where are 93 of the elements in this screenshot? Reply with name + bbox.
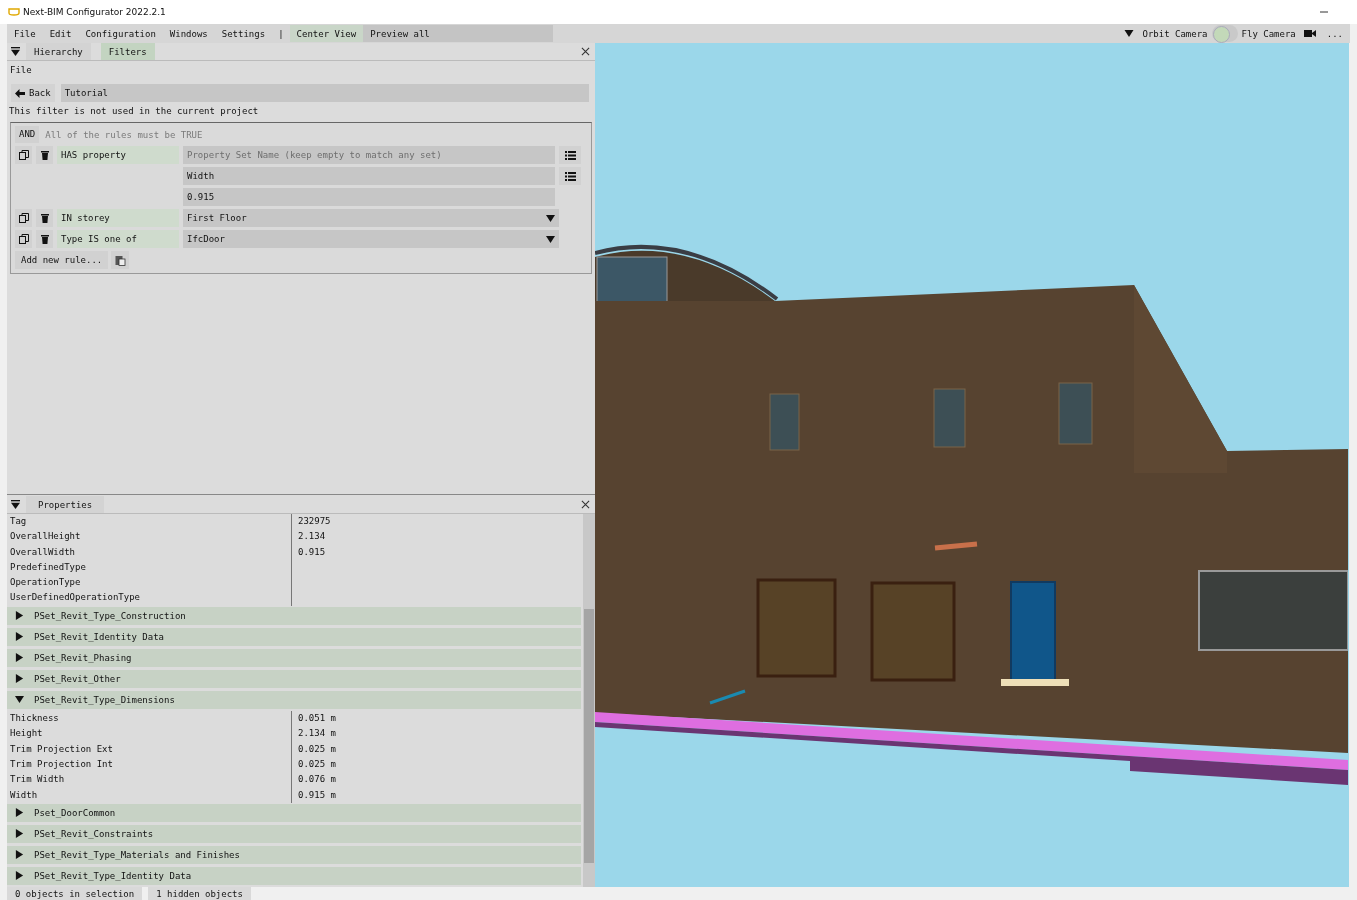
caret-icon: [546, 234, 555, 244]
property-value: 2.134: [297, 530, 326, 544]
caret-icon: [546, 213, 555, 223]
center-view-button[interactable]: Center View: [289, 25, 364, 42]
panel-tab[interactable]: Hierarchy: [26, 43, 91, 60]
copy-button[interactable]: [15, 209, 32, 227]
more-button[interactable]: ...: [1319, 24, 1350, 43]
menu-item[interactable]: Windows: [162, 24, 215, 43]
input-field[interactable]: Width: [183, 167, 555, 185]
back-button[interactable]: Back: [11, 84, 55, 102]
property-value: 0.915 m: [297, 788, 336, 802]
property-group[interactable]: PSet_Revit_Type_Construction: [7, 606, 581, 625]
property-name: OperationType: [7, 575, 292, 591]
copy-button[interactable]: [15, 230, 32, 248]
dropdown[interactable]: First Floor: [183, 209, 559, 227]
delete-button[interactable]: [36, 230, 53, 248]
orbit-camera-label: Orbit Camera: [1141, 28, 1209, 39]
property-value: 0.051 m: [297, 712, 336, 725]
trash-icon: [39, 234, 50, 244]
property-group[interactable]: PSet_Revit_Constraints: [7, 824, 581, 843]
property-value: 232975: [297, 515, 331, 528]
add-rule-button[interactable]: Add new rule...: [15, 251, 109, 269]
file-label: File: [9, 64, 33, 77]
panel-tab[interactable]: Filters: [100, 43, 155, 60]
close-icon[interactable]: [581, 500, 590, 509]
camera-toggle[interactable]: [1211, 25, 1238, 42]
video-camera-icon[interactable]: [1303, 29, 1316, 38]
property-name: Trim Projection Ext: [7, 741, 292, 757]
property-group[interactable]: PSet_Revit_Type_Identity Data: [7, 866, 581, 885]
property-name: Width: [7, 787, 292, 803]
property-group[interactable]: PSet_Revit_Type_Materials and Finishes: [7, 845, 581, 864]
property-name: Thickness: [7, 711, 292, 727]
collapse-icon[interactable]: [11, 47, 20, 56]
property-value: 0.025 m: [297, 757, 336, 771]
property-name: Trim Projection Int: [7, 756, 292, 773]
property-name: Tag: [7, 514, 292, 530]
property-group[interactable]: PSet_Revit_Other: [7, 669, 581, 688]
copy-button[interactable]: [15, 146, 32, 164]
app-logo-icon: [8, 8, 20, 16]
input-field[interactable]: Property Set Name (keep empty to match any set): [183, 146, 555, 164]
status-text: 0 objects in selection: [7, 887, 143, 900]
trash-icon: [39, 150, 50, 160]
status-text: 1 hidden objects: [148, 887, 251, 900]
scrollbar-thumb[interactable]: [584, 609, 594, 863]
operator-label[interactable]: AND: [15, 126, 40, 143]
property-name: PredefinedType: [7, 559, 292, 576]
preview-all-button[interactable]: Preview all: [363, 25, 554, 42]
property-name: Height: [7, 726, 292, 742]
list-icon: [564, 150, 576, 160]
property-group[interactable]: PSet_Revit_Identity Data: [7, 627, 581, 646]
menu-separator: |: [277, 28, 285, 39]
property-name: OverallWidth: [7, 544, 292, 560]
property-value: 2.134 m: [297, 727, 336, 741]
list-button[interactable]: [559, 146, 581, 164]
copy-icon: [18, 150, 29, 160]
rule-type-button[interactable]: Type IS one of: [57, 230, 179, 248]
property-value: 0.915: [297, 545, 326, 559]
menu-item[interactable]: File: [7, 24, 43, 43]
filter-name-field[interactable]: Tutorial: [60, 84, 589, 102]
copy-icon: [18, 213, 29, 223]
trash-icon: [39, 213, 50, 223]
list-icon: [564, 171, 576, 181]
rule-type-button[interactable]: IN storey: [57, 209, 179, 227]
rule-type-button[interactable]: HAS property: [57, 146, 179, 164]
close-icon[interactable]: [581, 47, 590, 56]
delete-button[interactable]: [36, 146, 53, 164]
property-name: UserDefinedOperationType: [7, 590, 292, 606]
property-group[interactable]: Pset_DoorCommon: [7, 803, 581, 822]
scrollbar[interactable]: [583, 514, 595, 887]
back-arrow-icon: [15, 88, 25, 98]
filter-notice: This filter is not used in the current project: [8, 105, 260, 118]
clipboard-icon: [114, 254, 126, 266]
operator-hint: All of the rules must be TRUE: [45, 129, 203, 140]
menu-item[interactable]: Settings: [214, 24, 273, 43]
input-field[interactable]: 0.915: [183, 188, 555, 206]
menu-item[interactable]: Configuration: [78, 24, 163, 43]
collapse-icon[interactable]: [11, 500, 20, 509]
property-name: OverallHeight: [7, 529, 292, 545]
property-name: Trim Width: [7, 772, 292, 788]
delete-button[interactable]: [36, 209, 53, 227]
fly-camera-label: Fly Camera: [1240, 28, 1297, 39]
panel-tab[interactable]: Properties: [26, 496, 105, 513]
property-value: 0.076 m: [297, 773, 336, 787]
dropdown[interactable]: IfcDoor: [183, 230, 559, 248]
window-title: Next-BIM Configurator 2022.2.1: [23, 7, 167, 17]
property-group[interactable]: PSet_Revit_Type_Dimensions: [7, 690, 581, 709]
list-button[interactable]: [559, 167, 581, 185]
paste-button[interactable]: [111, 251, 130, 269]
menu-item[interactable]: Edit: [42, 24, 79, 43]
property-group[interactable]: PSet_Revit_Phasing: [7, 648, 581, 667]
property-value: 0.025 m: [297, 742, 336, 756]
copy-icon: [18, 234, 29, 244]
caret-icon[interactable]: [1123, 29, 1134, 38]
